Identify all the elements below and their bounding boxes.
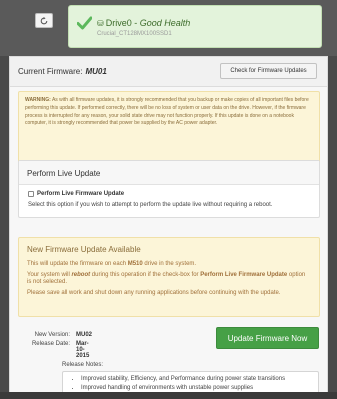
new-version-label: New Version: [34,332,70,338]
live-option-emph: Perform Live Firmware Update [200,271,288,278]
drive-model-emph: M510 [127,261,143,267]
drive-icon: ⛁ [97,19,104,28]
top-bar: ⛁ Drive0 - Good Health Crucial_CT128MX100… [0,0,337,56]
new-firmware-line3: Please save all work and shut down any r… [27,289,281,296]
drive-separator: - [131,18,140,28]
new-firmware-line2: Your system will reboot during this oper… [27,271,306,286]
warning-text: As with all firmware updates, it is stro… [25,97,309,127]
new-firmware-title: New Firmware Update Available [27,245,141,254]
live-update-checkbox[interactable] [28,191,34,197]
release-notes-label: Release Notes: [62,362,104,368]
drive-title: ⛁ Drive0 - Good Health [97,18,190,28]
bottom-edge [0,392,337,399]
current-firmware-value: MU01 [85,67,107,76]
refresh-button[interactable] [35,13,53,28]
new-firmware-alert: New Firmware Update Available This will … [18,237,320,317]
reboot-emph: reboot [71,271,91,278]
drive-name: Drive0 [105,18,132,28]
refresh-icon [40,16,48,24]
warning-alert: WARNING: As with all firmware updates, i… [18,91,320,169]
firmware-header: Current Firmware: MU01 Check for Firmware… [10,57,327,87]
live-update-checkbox-label[interactable]: Perform Live Firmware Update [37,191,124,197]
current-firmware: Current Firmware: MU01 [18,67,107,76]
drive-health: Good Health [139,18,191,28]
current-firmware-label: Current Firmware: [18,67,83,76]
live-update-title: Perform Live Update [19,161,319,185]
release-note-item: Improved stability, Efficiency, and Perf… [81,376,314,384]
warning-prefix: WARNING: [25,97,51,103]
new-version-value: MU02 [76,332,93,338]
live-update-panel: Perform Live Update Perform Live Firmwar… [18,160,320,218]
drive-model: Crucial_CT128MX100SSD1 [97,31,172,37]
drive-status-card: ⛁ Drive0 - Good Health Crucial_CT128MX100… [68,5,322,48]
release-note-item: Improved handling of environments with u… [81,385,314,393]
new-firmware-line1: This will update the firmware on each M5… [27,261,197,267]
release-date-value: Mar-10-2015 [76,341,90,359]
release-date-label: Release Date: [31,341,70,347]
checkmark-icon [77,16,92,30]
update-firmware-now-button[interactable]: Update Firmware Now [216,327,319,349]
live-update-description: Select this option if you wish to attemp… [28,202,273,208]
check-updates-button[interactable]: Check for Firmware Updates [220,63,317,79]
firmware-panel: Current Firmware: MU01 Check for Firmware… [9,56,328,399]
